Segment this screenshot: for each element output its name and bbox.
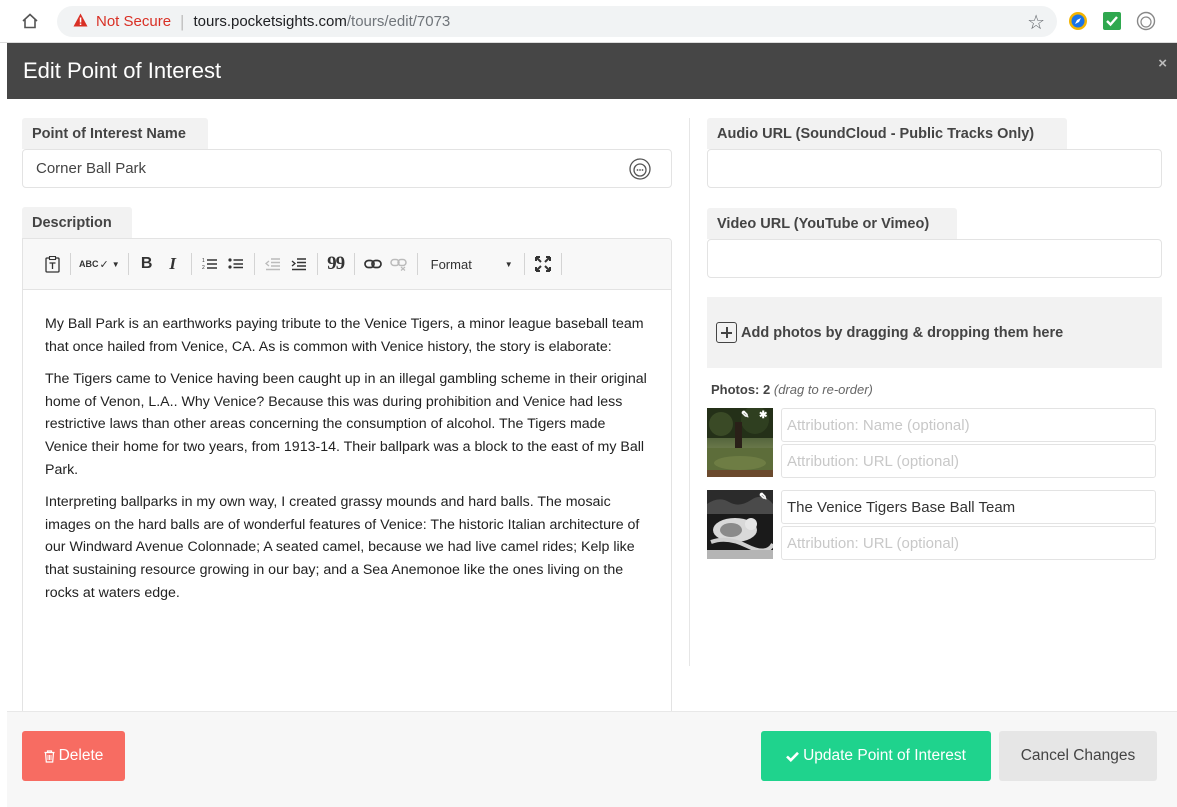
- feature-star-icon[interactable]: ✱: [759, 410, 767, 421]
- blockquote-button[interactable]: 99: [323, 252, 349, 276]
- paste-text-icon[interactable]: [39, 252, 65, 276]
- not-secure-label[interactable]: Not Secure: [96, 13, 171, 30]
- description-text-area[interactable]: My Ball Park is an earthworks paying tri…: [23, 290, 671, 604]
- video-url-label: Video URL (YouTube or Vimeo): [707, 208, 957, 239]
- photos-count: 2: [763, 382, 771, 397]
- editor-toolbar: ABC ✓ ▼ B I 12 99 Format ▼: [23, 239, 671, 290]
- format-dropdown-label: Format: [430, 256, 472, 272]
- spellcheck-button[interactable]: ABC ✓ ▼: [76, 252, 123, 276]
- attribution-name-value: The Venice Tigers Base Ball Team: [787, 498, 1016, 516]
- checkmark-extension-icon[interactable]: [1101, 10, 1123, 32]
- toolbar-separator: [353, 253, 355, 275]
- star-icon[interactable]: ☆: [1027, 10, 1045, 35]
- url-separator: |: [180, 11, 185, 31]
- photos-label: Photos:: [711, 382, 760, 397]
- link-icon[interactable]: [360, 252, 386, 276]
- toolbar-separator: [253, 253, 255, 275]
- edit-pencil-icon[interactable]: ✎: [741, 410, 749, 421]
- unlink-icon[interactable]: [386, 252, 412, 276]
- browser-toolbar: Not Secure | tours.pocketsights.com/tour…: [0, 0, 1177, 43]
- svg-text:1: 1: [202, 258, 205, 264]
- photos-hint: (drag to re-order): [773, 382, 873, 397]
- modal-footer: Delete Update Point of Interest Cancel C…: [7, 711, 1177, 807]
- audio-url-label: Audio URL (SoundCloud - Public Tracks On…: [707, 118, 1067, 149]
- checkmark-icon: [786, 751, 799, 762]
- description-paragraph: My Ball Park is an earthworks paying tri…: [45, 316, 644, 355]
- home-icon[interactable]: [16, 7, 44, 35]
- fullscreen-icon[interactable]: [530, 252, 556, 276]
- description-paragraph: The Tigers came to Venice having been ca…: [45, 371, 647, 478]
- chevron-down-icon: ▼: [504, 259, 513, 269]
- delete-label: Delete: [58, 747, 104, 764]
- mask-extension-icon[interactable]: [1135, 10, 1157, 32]
- update-button[interactable]: Update Point of Interest: [761, 731, 991, 781]
- photo-attribution-url-input[interactable]: Attribution: URL (optional): [781, 444, 1156, 478]
- attribution-name-placeholder: Attribution: Name (optional): [787, 416, 970, 434]
- photo-dropzone[interactable]: Add photos by dragging & dropping them h…: [707, 297, 1162, 368]
- close-icon[interactable]: ×: [1158, 55, 1167, 72]
- italic-button[interactable]: I: [160, 252, 186, 276]
- photo-attribution-url-input[interactable]: Attribution: URL (optional): [781, 526, 1156, 560]
- video-url-input[interactable]: [707, 239, 1162, 278]
- poi-name-input[interactable]: Corner Ball Park: [22, 149, 672, 188]
- poi-name-value: Corner Ball Park: [36, 160, 147, 177]
- svg-text:2: 2: [202, 265, 205, 271]
- photo-attribution-name-input[interactable]: Attribution: Name (optional): [781, 408, 1156, 442]
- cancel-button[interactable]: Cancel Changes: [999, 731, 1157, 781]
- description-label: Description: [22, 207, 132, 238]
- bold-button[interactable]: B: [134, 252, 160, 276]
- attribution-url-placeholder: Attribution: URL (optional): [787, 452, 960, 470]
- poi-name-label: Point of Interest Name: [22, 118, 208, 149]
- delete-button[interactable]: Delete: [22, 731, 125, 781]
- spellcheck-label: ABC: [79, 259, 99, 269]
- dropzone-text: Add photos by dragging & dropping them h…: [741, 324, 1064, 341]
- toolbar-separator: [70, 253, 71, 275]
- spellcheck-check-icon: ✓: [99, 258, 109, 271]
- url-path: /tours/edit/7073: [346, 13, 451, 30]
- toolbar-separator: [523, 253, 525, 275]
- toolbar-separator: [316, 253, 318, 275]
- description-editor: ABC ✓ ▼ B I 12 99 Format ▼ My Ball Park …: [22, 238, 672, 748]
- bullet-list-icon[interactable]: [223, 252, 249, 276]
- plus-icon: [716, 322, 737, 343]
- update-label: Update Point of Interest: [803, 747, 966, 764]
- toolbar-separator: [127, 253, 129, 275]
- password-manager-icon[interactable]: [629, 158, 651, 184]
- address-bar[interactable]: Not Secure | tours.pocketsights.com/tour…: [57, 6, 1057, 37]
- toolbar-separator: [416, 253, 418, 275]
- description-paragraph: Interpreting ballparks in my own way, I …: [45, 494, 640, 601]
- cancel-label: Cancel Changes: [1020, 747, 1136, 764]
- toolbar-separator: [560, 253, 562, 275]
- indent-icon[interactable]: [286, 252, 312, 276]
- modal-body: Point of Interest Name Corner Ball Park …: [7, 99, 1177, 748]
- url-host: tours.pocketsights.com: [193, 13, 347, 30]
- compass-extension-icon[interactable]: [1067, 10, 1089, 32]
- trash-icon: [44, 749, 55, 763]
- photo-thumbnail[interactable]: ✎ ✱: [707, 408, 773, 477]
- edit-pencil-icon[interactable]: ✎: [759, 492, 767, 503]
- audio-url-input[interactable]: [707, 149, 1162, 188]
- photo-attribution-name-input[interactable]: The Venice Tigers Base Ball Team: [781, 490, 1156, 524]
- numbered-list-icon[interactable]: 12: [197, 252, 223, 276]
- photos-heading: Photos: 2 (drag to re-order): [711, 382, 873, 397]
- attribution-url-placeholder: Attribution: URL (optional): [787, 534, 960, 552]
- chevron-down-icon: ▼: [111, 259, 120, 269]
- modal-title: Edit Point of Interest: [23, 58, 222, 83]
- column-divider: [689, 118, 690, 666]
- modal-header: Edit Point of Interest ×: [7, 43, 1177, 99]
- format-dropdown[interactable]: Format ▼: [423, 257, 519, 272]
- photo-thumbnail[interactable]: ✎: [707, 490, 773, 559]
- toolbar-separator: [190, 253, 192, 275]
- warning-icon: [73, 13, 88, 30]
- outdent-icon[interactable]: [260, 252, 286, 276]
